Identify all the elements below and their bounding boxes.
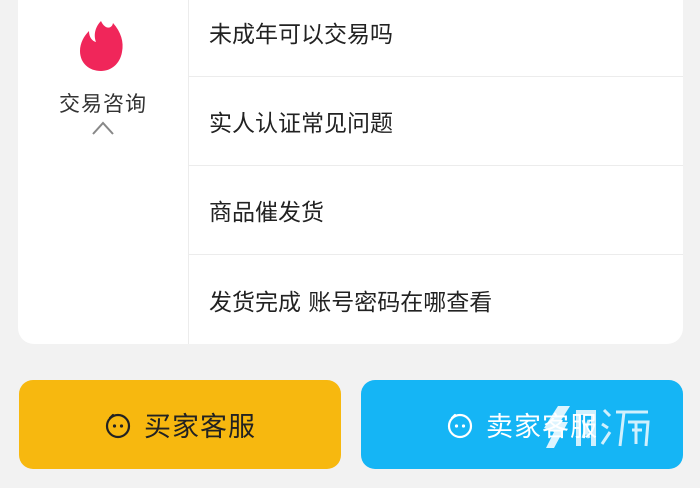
flame-icon	[80, 21, 123, 71]
category-column: 交易咨询	[18, 0, 189, 344]
seller-service-button[interactable]: 卖家客服	[361, 380, 683, 469]
faq-item-account-password[interactable]: 发货完成 账号密码在哪查看	[189, 255, 683, 344]
faq-item-real-name-auth[interactable]: 实人认证常见问题	[189, 77, 683, 166]
faq-list: 未成年可以交易吗 实人认证常见问题 商品催发货 发货完成 账号密码在哪查看	[189, 0, 683, 344]
faq-card: 交易咨询 未成年可以交易吗 实人认证常见问题 商品催发货 发货完成 账号密码在哪…	[18, 0, 683, 344]
buyer-service-button[interactable]: 买家客服	[19, 380, 341, 469]
seller-service-label: 卖家客服	[486, 412, 598, 443]
customer-service-icon	[447, 413, 473, 438]
customer-service-icon	[105, 413, 131, 438]
buyer-service-label: 买家客服	[144, 412, 256, 443]
category-label: 交易咨询	[59, 92, 147, 116]
chevron-up-icon[interactable]	[91, 120, 115, 136]
faq-item-urge-shipping[interactable]: 商品催发货	[189, 166, 683, 255]
faq-item-minor-trade[interactable]: 未成年可以交易吗	[189, 0, 683, 77]
